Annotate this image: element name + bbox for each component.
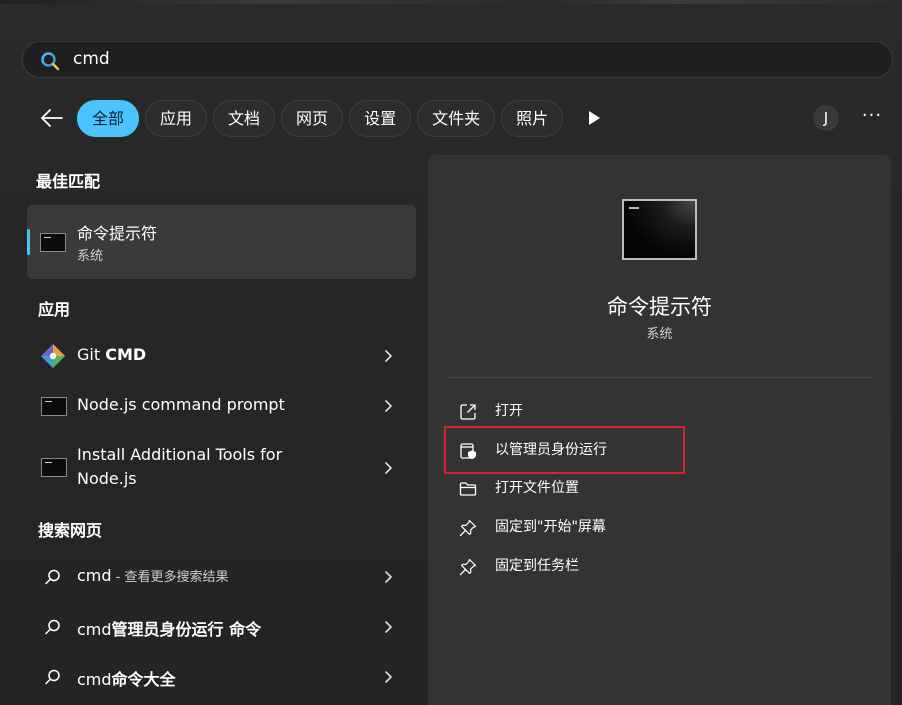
terminal-icon [40,233,66,252]
action-label: 打开 [495,403,523,419]
app-item-label-line1: Install Additional Tools for [77,445,283,464]
account-avatar[interactable]: J [813,105,839,131]
detail-subtitle: 系统 [646,327,673,342]
search-icon [45,619,60,635]
selection-indicator [27,229,30,255]
action-label: 打开文件位置 [495,480,579,496]
action-label: 固定到任务栏 [495,558,579,574]
folder-icon [459,482,477,496]
action-label: 以管理员身份运行 [495,442,607,458]
terminal-app-icon-large [622,199,697,260]
web-search-item[interactable]: cmd - 查看更多搜索结果 [27,562,416,592]
tab-settings[interactable]: 设置 [349,100,412,137]
web-query: cmd [77,620,112,639]
play-icon[interactable] [584,108,604,128]
best-match-heading: 最佳匹配 [36,172,101,191]
chevron-right-icon [385,400,392,412]
action-open-file-location[interactable]: 打开文件位置 [456,475,856,503]
action-pin-to-start[interactable]: 固定到"开始"屏幕 [456,514,856,542]
pin-icon [459,519,477,537]
windows-search-window: 全部 应用 文档 网页 设置 文件夹 照片 J ··· 最佳匹配 命令提示符 系… [0,0,902,705]
apps-heading: 应用 [38,300,71,319]
app-label-prefix: Git [77,345,106,364]
open-external-icon [460,404,476,420]
web-suggestion: 管理员身份运行 命令 [111,620,262,639]
git-cmd-icon [41,344,65,368]
app-item-label: Git CMD [77,343,146,367]
tab-photos[interactable]: 照片 [501,100,564,137]
pin-icon [459,558,477,576]
chevron-right-icon [385,621,392,633]
app-item-nodejs-prompt[interactable]: Node.js command prompt [27,390,416,422]
web-search-label: cmd - 查看更多搜索结果 [77,566,229,585]
web-suggestion: 命令大全 [111,670,176,689]
more-options-button[interactable]: ··· [859,106,885,130]
action-run-as-admin[interactable]: 以管理员身份运行 [456,437,856,465]
web-search-heading: 搜索网页 [38,521,103,540]
web-search-item[interactable]: cmd管理员身份运行 命令 [27,612,416,642]
web-search-label: cmd命令大全 [77,666,176,690]
chevron-right-icon [385,462,392,474]
shield-admin-icon [460,443,476,460]
app-label-match: CMD [105,345,147,364]
app-item-label-line2: Node.js [77,469,137,488]
filter-tabs: 全部 应用 文档 网页 设置 文件夹 照片 [77,100,564,137]
search-input[interactable] [73,42,873,77]
app-item-nodejs-tools[interactable]: Install Additional Tools for Node.js [27,440,416,494]
best-match-name: 命令提示符 [77,224,158,243]
web-query: cmd [77,670,112,689]
web-search-item[interactable]: cmd命令大全 [27,662,416,692]
web-suffix: - 查看更多搜索结果 [111,570,229,585]
search-icon [45,569,60,585]
tab-all[interactable]: 全部 [77,100,140,137]
detail-divider [448,377,872,378]
action-pin-to-taskbar[interactable]: 固定到任务栏 [456,553,856,581]
top-edge [0,0,902,4]
search-icon [45,669,60,685]
terminal-icon [41,458,67,477]
chevron-right-icon [385,671,392,683]
search-icon [41,52,60,71]
tab-apps[interactable]: 应用 [145,100,208,137]
action-open[interactable]: 打开 [456,398,856,426]
tab-documents[interactable]: 文档 [213,100,276,137]
chevron-right-icon [385,571,392,583]
tab-folders[interactable]: 文件夹 [417,100,496,137]
terminal-icon [41,397,67,416]
action-label: 固定到"开始"屏幕 [495,519,606,535]
tab-web[interactable]: 网页 [281,100,344,137]
web-search-label: cmd管理员身份运行 命令 [77,616,261,640]
back-arrow-icon[interactable] [36,104,66,132]
best-match-subtitle: 系统 [77,249,104,264]
detail-title: 命令提示符 [607,295,712,319]
web-query: cmd [77,566,112,585]
search-bar[interactable] [22,41,893,78]
app-item-git-cmd[interactable]: Git CMD [27,340,416,372]
chevron-right-icon [385,350,392,362]
detail-panel: 命令提示符 系统 打开 以管理员身份运行 打开文件位置 固定到"开始"屏幕 固定… [428,155,891,705]
best-match-item[interactable]: 命令提示符 系统 [27,205,416,279]
app-item-label: Node.js command prompt [77,395,285,414]
